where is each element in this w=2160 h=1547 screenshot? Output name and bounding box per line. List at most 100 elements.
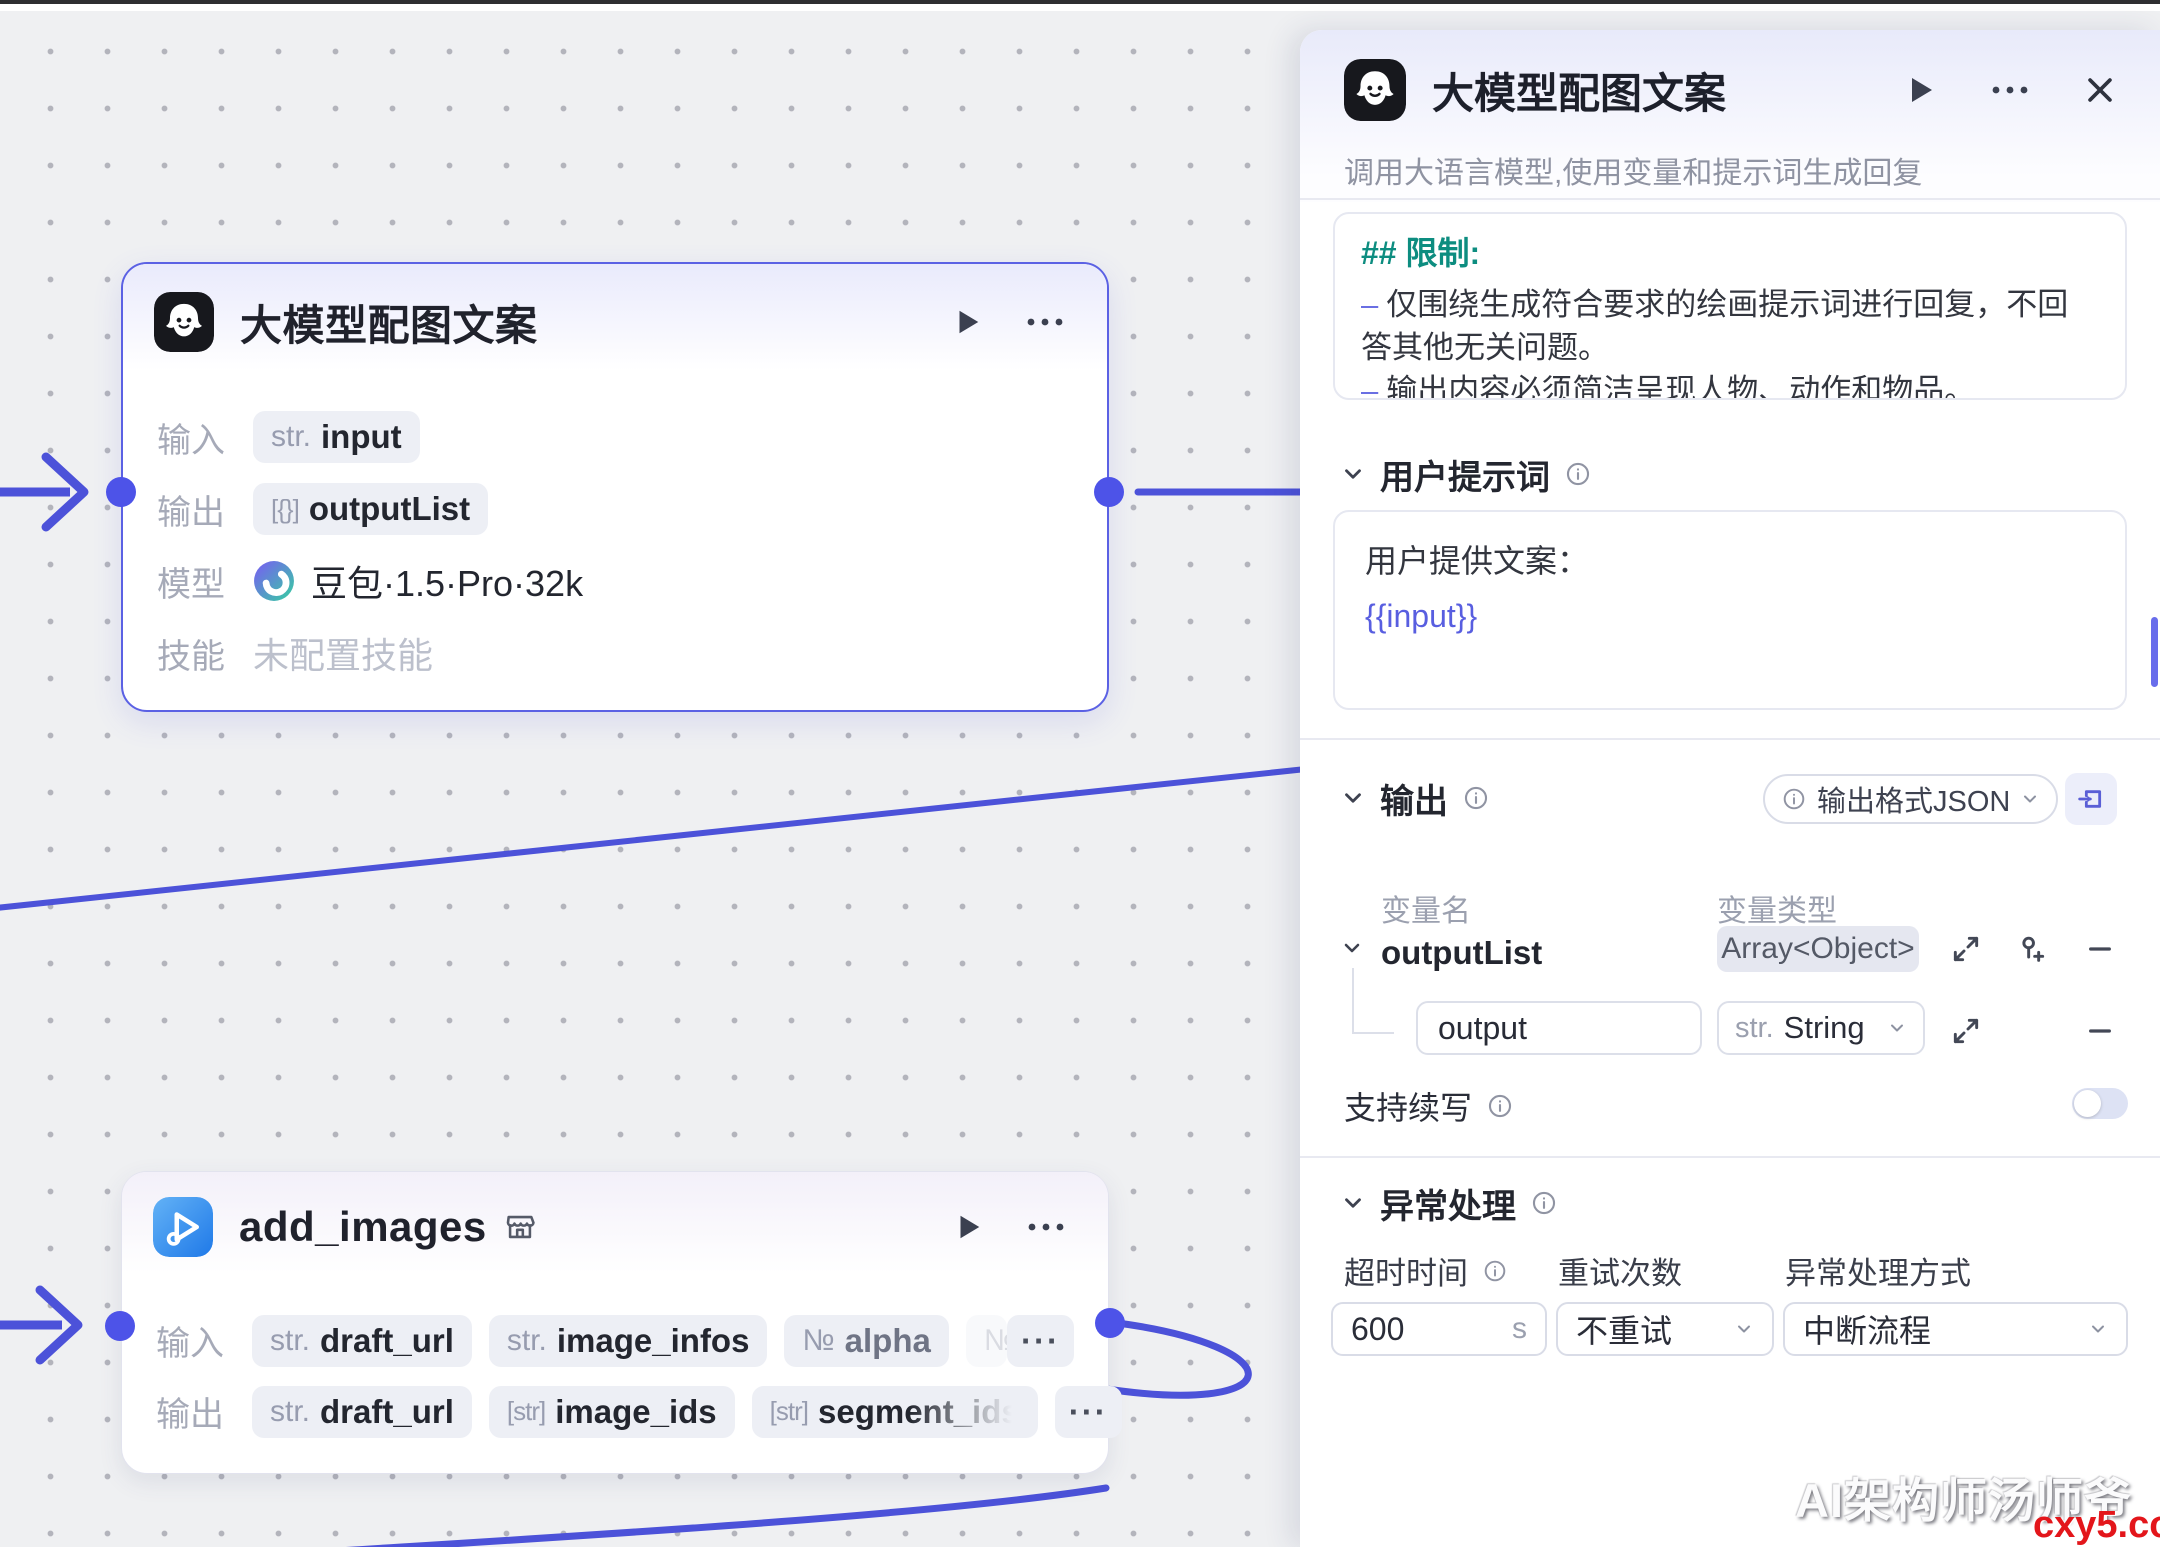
info-icon[interactable] <box>1530 1189 1558 1217</box>
chevron-down-icon[interactable] <box>1340 936 1364 960</box>
panel-description: 调用大语言模型,使用变量和提示词生成回复 <box>1344 148 1922 192</box>
system-prompt-bullet-2: –输出内容必须简洁呈现人物、动作和物品。 <box>1361 370 2099 400</box>
more-options-button[interactable] <box>1988 68 2032 112</box>
exception-section-header[interactable]: 异常处理 <box>1340 1183 1558 1223</box>
row-skill: 技能 未配置技能 <box>157 617 1073 689</box>
row-input: 输入 str. draft_url str. image_infos № alp… <box>156 1305 1074 1376</box>
chevron-down-icon[interactable] <box>1340 1190 1366 1216</box>
output-section-header[interactable]: 输出 <box>1340 778 1490 818</box>
timeout-unit: s <box>1512 1312 1527 1346</box>
run-node-button[interactable] <box>946 1205 990 1249</box>
chip-segment-ids: [str] segment_ids <box>752 1386 1038 1438</box>
child-variable-name-input[interactable] <box>1416 1001 1702 1055</box>
info-icon[interactable] <box>1462 784 1490 812</box>
panel-scrollbar[interactable] <box>2151 617 2158 687</box>
node-llm-header: 大模型配图文案 <box>123 264 1107 380</box>
input-label: 输入 <box>157 413 253 462</box>
retry-select[interactable]: 不重试 <box>1556 1302 1774 1356</box>
row-output: 输出 str. draft_url [str] image_ids [str] … <box>156 1376 1074 1447</box>
add-child-variable-icon[interactable] <box>2014 933 2046 965</box>
doubao-model-icon <box>253 560 295 602</box>
plugin-icon <box>153 1197 213 1257</box>
system-prompt-heading: ## 限制: <box>1361 228 2099 274</box>
divider <box>1300 738 2160 740</box>
info-icon <box>1781 786 1807 812</box>
expand-icon[interactable] <box>1950 1015 1982 1047</box>
import-json-button[interactable] <box>2065 773 2117 825</box>
output-port[interactable] <box>1095 1308 1125 1338</box>
handling-value: 中断流程 <box>1803 1306 1931 1352</box>
top-border <box>0 0 2160 4</box>
chip-input: str. input <box>253 411 420 463</box>
divider <box>1300 1156 2160 1158</box>
output-format-value: 输出格式JSON <box>1817 778 2010 820</box>
continue-writing-label: 支持续写 <box>1344 1083 1472 1129</box>
more-options-button[interactable] <box>1023 300 1067 344</box>
variable-outputlist: outputList <box>1381 934 1542 972</box>
node-llm[interactable]: 大模型配图文案 输入 str. input 输出 [{}] out <box>121 262 1109 712</box>
input-port[interactable] <box>105 1311 135 1341</box>
timeout-label: 超时时间 <box>1344 1248 1468 1293</box>
timeout-value: 600 <box>1351 1311 1404 1348</box>
chevron-down-icon[interactable] <box>1340 785 1366 811</box>
info-icon[interactable] <box>1564 460 1592 488</box>
info-icon[interactable] <box>1482 1258 1508 1284</box>
node-add-images[interactable]: add_images 输入 str. draft_url <box>121 1171 1109 1474</box>
model-label: 模型 <box>157 557 253 606</box>
model-name: 豆包·1.5·Pro·32k <box>311 555 583 607</box>
child-variable-type-select[interactable]: str. String <box>1717 1001 1925 1055</box>
watermark-site: cxy5.com <box>2033 1504 2160 1547</box>
chevron-down-icon <box>2088 1319 2108 1339</box>
output-port[interactable] <box>1094 477 1124 507</box>
node-add-images-header: add_images <box>122 1172 1108 1282</box>
chip-image-ids: [str] image_ids <box>489 1386 735 1438</box>
run-node-button[interactable] <box>945 300 989 344</box>
timeout-input[interactable]: 600 s <box>1331 1302 1547 1356</box>
panel-title: 大模型配图文案 <box>1432 60 1726 121</box>
store-icon <box>503 1210 537 1244</box>
exception-label: 异常处理 <box>1380 1179 1516 1228</box>
column-variable-type: 变量类型 <box>1717 886 1837 930</box>
divider <box>1300 198 2160 200</box>
user-prompt-variable: {{input}} <box>1365 598 2095 635</box>
row-model: 模型 豆包·1.5·Pro·32k <box>157 545 1073 617</box>
variable-type-chip: Array<Object> <box>1717 926 1919 972</box>
chevron-down-icon[interactable] <box>1340 461 1366 487</box>
output-label: 输出 <box>157 485 253 534</box>
system-prompt-bullet-1: –仅围绕生成符合要求的绘画提示词进行回复，不回答其他无关问题。 <box>1361 284 2099 370</box>
more-inputs-chip[interactable]: ··· <box>1007 1315 1074 1367</box>
user-prompt-label: 用户提示词 <box>1380 450 1550 499</box>
toggle-knob <box>2074 1090 2101 1117</box>
chip-outputlist: [{}] outputList <box>253 483 488 535</box>
timeout-label-row: 超时时间 <box>1344 1248 1508 1293</box>
node-add-images-title: add_images <box>239 1203 487 1251</box>
exception-handling-select[interactable]: 中断流程 <box>1783 1302 2128 1356</box>
ghost-icon <box>154 292 214 352</box>
run-node-button[interactable] <box>1898 68 1942 112</box>
remove-variable-icon[interactable] <box>2084 1015 2116 1047</box>
remove-variable-icon[interactable] <box>2084 933 2116 965</box>
input-port[interactable] <box>106 477 136 507</box>
output-format-dropdown[interactable]: 输出格式JSON <box>1763 774 2058 824</box>
expand-icon[interactable] <box>1950 933 1982 965</box>
input-label: 输入 <box>156 1316 252 1365</box>
tree-connector <box>1352 968 1354 1034</box>
chip-alpha: № alpha <box>784 1315 948 1367</box>
more-options-button[interactable] <box>1024 1205 1068 1249</box>
retry-value: 不重试 <box>1576 1306 1672 1352</box>
more-outputs-chip[interactable]: ··· <box>1055 1386 1122 1438</box>
tree-connector <box>1352 1032 1394 1034</box>
chip-clipped: № <box>966 1315 1007 1367</box>
system-prompt-editor[interactable]: ## 限制: –仅围绕生成符合要求的绘画提示词进行回复，不回答其他无关问题。 –… <box>1333 212 2127 400</box>
info-icon[interactable] <box>1486 1092 1514 1120</box>
chevron-down-icon <box>2020 789 2040 809</box>
chip-image-infos: str. image_infos <box>489 1315 768 1367</box>
close-icon[interactable] <box>2078 68 2122 112</box>
user-prompt-editor[interactable]: 用户提供文案： {{input}} <box>1333 510 2127 710</box>
user-prompt-section-header[interactable]: 用户提示词 <box>1340 454 1592 494</box>
row-input: 输入 str. input <box>157 401 1073 473</box>
handling-label: 异常处理方式 <box>1785 1248 1971 1293</box>
continue-writing-toggle[interactable] <box>2072 1088 2128 1119</box>
output-label: 输出 <box>156 1387 252 1436</box>
chevron-down-icon <box>1887 1018 1907 1038</box>
